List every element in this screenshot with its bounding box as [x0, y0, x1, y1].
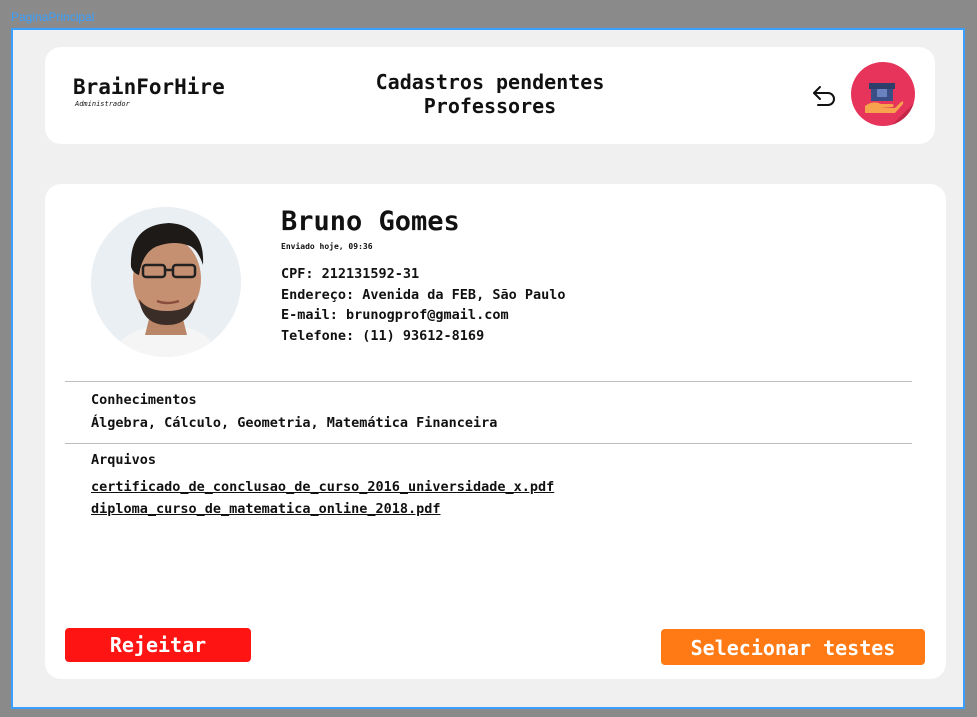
header-bar: BrainForHire Administrador Cadastros pen…: [45, 47, 935, 144]
cpf-field: CPF: 212131592-31: [281, 266, 420, 282]
teacher-photo: [91, 207, 241, 357]
reject-button[interactable]: Rejeitar: [65, 628, 251, 662]
teacher-info: CPF: 212131592-31 Endereço: Avenida da F…: [281, 264, 565, 347]
email-field: E-mail: brunogprof@gmail.com: [281, 307, 509, 324]
app-frame: BrainForHire Administrador Cadastros pen…: [11, 28, 965, 709]
teacher-card: Bruno Gomes Enviado hoje, 09:36 CPF: 212…: [45, 184, 946, 679]
back-arrow-icon[interactable]: [811, 81, 839, 109]
brand-logo-icon[interactable]: [851, 62, 915, 126]
divider-bottom: [65, 443, 912, 444]
page-label: PaginaPrincipal: [11, 10, 95, 24]
teacher-name: Bruno Gomes: [281, 206, 460, 237]
knowledge-text: Álgebra, Cálculo, Geometria, Matemática …: [91, 415, 498, 431]
files-title: Arquivos: [91, 452, 157, 468]
knowledge-title: Conhecimentos: [91, 392, 197, 408]
page-title: Cadastros pendentes Professores: [45, 70, 935, 118]
file-link-certificate[interactable]: certificado_de_conclusao_de_curso_2016_u…: [91, 479, 554, 495]
page-title-line1: Cadastros pendentes: [375, 70, 605, 94]
divider-top: [65, 381, 912, 382]
phone-field: Telefone: (11) 93612-8169: [281, 328, 485, 345]
sent-timestamp: Enviado hoje, 09:36: [281, 242, 373, 251]
select-tests-button[interactable]: Selecionar testes: [661, 629, 925, 665]
address-field: Endereço: Avenida da FEB, São Paulo: [281, 286, 566, 303]
page-title-line2: Professores: [423, 94, 557, 118]
file-link-diploma[interactable]: diploma_curso_de_matematica_online_2018.…: [91, 501, 441, 517]
